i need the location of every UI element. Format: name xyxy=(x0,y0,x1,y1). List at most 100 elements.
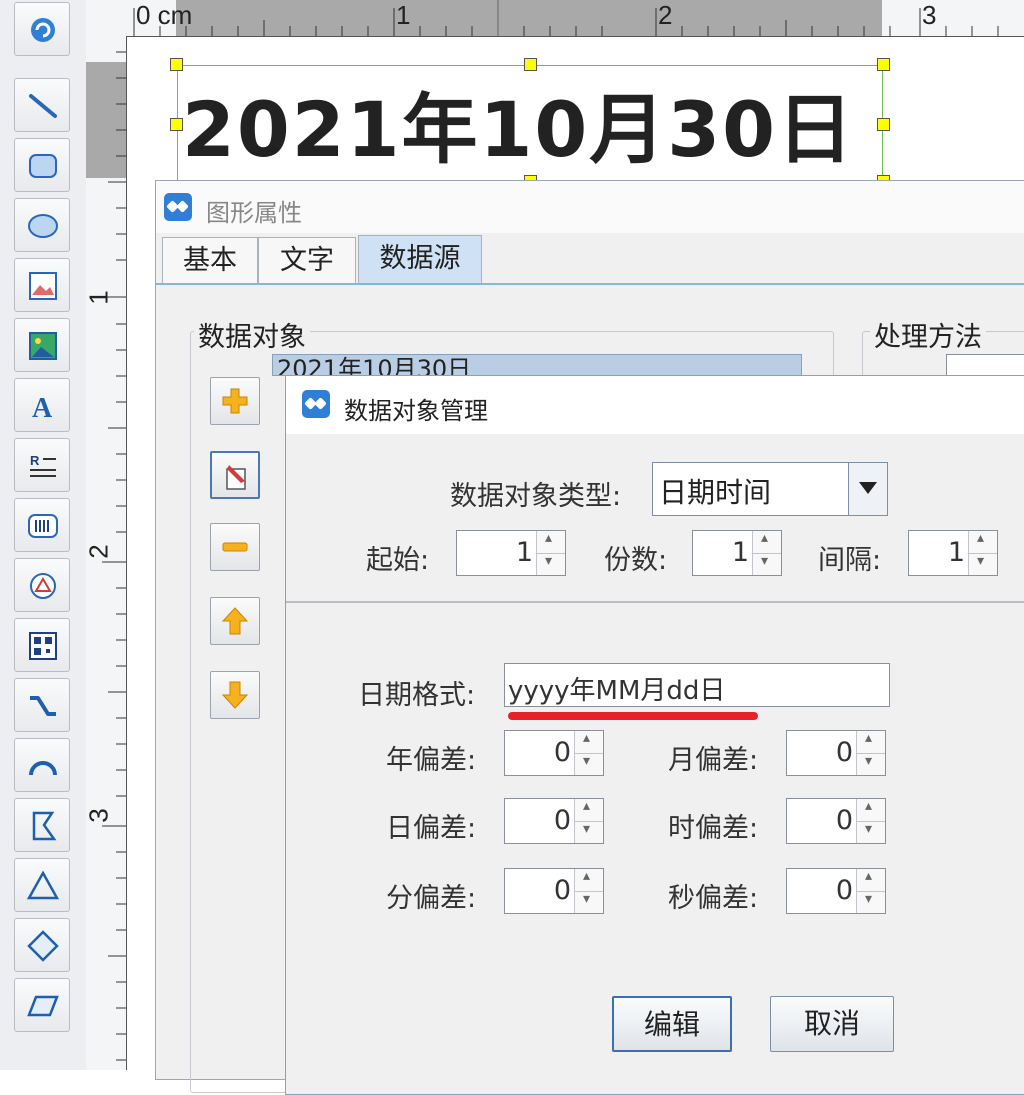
day-offset-label: 日偏差: xyxy=(386,813,477,844)
add-data-object-button[interactable] xyxy=(210,377,260,425)
h-ruler-mark-2: 2 xyxy=(658,0,673,30)
copies-value: 1 xyxy=(731,537,749,568)
v-ruler-mark-3: 3 xyxy=(83,808,114,823)
image-icon xyxy=(29,272,57,300)
triangle-tool-button[interactable] xyxy=(14,858,70,912)
parallelogram-tool-button[interactable] xyxy=(14,978,70,1032)
move-down-button[interactable] xyxy=(210,671,260,719)
line-icon xyxy=(29,94,57,118)
year-offset-value: 0 xyxy=(553,737,571,768)
interval-label: 间隔: xyxy=(818,545,882,576)
vertical-ruler-ticks xyxy=(102,51,126,1061)
svg-text:A: A xyxy=(32,393,53,423)
highlight-underline xyxy=(508,712,758,720)
move-up-button[interactable] xyxy=(210,597,260,645)
day-offset-value: 0 xyxy=(553,805,571,836)
h-ruler-unit: 0 cm xyxy=(136,0,193,30)
minute-offset-label: 分偏差: xyxy=(386,883,477,914)
ellipse-tool-button[interactable] xyxy=(14,198,70,252)
date-format-input[interactable]: yyyy年MM月dd日 xyxy=(504,663,890,707)
barcode-icon xyxy=(28,514,58,538)
edit-icon xyxy=(226,465,246,490)
horizontal-ruler-ticks xyxy=(133,0,999,36)
arc-tool-button[interactable] xyxy=(14,738,70,792)
text-tool-button[interactable]: A xyxy=(14,378,70,432)
resize-handle-left[interactable] xyxy=(170,118,183,131)
parallelogram-icon xyxy=(27,995,59,1017)
arc-icon xyxy=(29,761,57,776)
curve-tool-button[interactable] xyxy=(14,678,70,732)
tab-data-source[interactable]: 数据源 xyxy=(358,235,482,285)
selected-text-object[interactable]: 2021年10月30日 xyxy=(177,65,883,181)
qrcode-icon xyxy=(29,632,57,660)
second-offset-stepper[interactable]: 0 xyxy=(786,868,886,914)
resize-handle-top[interactable] xyxy=(524,58,537,71)
h-ruler-mark-1: 1 xyxy=(396,0,411,30)
refresh-tool-button[interactable] xyxy=(14,2,70,56)
picture-icon xyxy=(29,332,57,360)
type-select-dropdown[interactable] xyxy=(848,463,887,515)
polyline-tool-button[interactable] xyxy=(14,798,70,852)
type-select[interactable]: 日期时间 xyxy=(652,462,888,516)
minute-offset-value: 0 xyxy=(553,875,571,906)
properties-titlebar: 图形属性 xyxy=(156,181,1024,233)
rich-text-tool-button[interactable]: R xyxy=(14,438,70,492)
minute-offset-stepper[interactable]: 0 xyxy=(504,868,604,914)
resize-handle-top-right[interactable] xyxy=(877,58,890,71)
start-value: 1 xyxy=(515,537,533,568)
image-tool-button[interactable] xyxy=(14,258,70,312)
year-offset-stepper[interactable]: 0 xyxy=(504,730,604,776)
diamond-tool-button[interactable] xyxy=(14,918,70,972)
barcode-tool-button[interactable] xyxy=(14,498,70,552)
rounded-rect-tool-button[interactable] xyxy=(14,138,70,192)
type-label: 数据对象类型: xyxy=(450,481,622,512)
chevron-down-icon xyxy=(859,482,877,494)
data-object-list-item[interactable]: 2021年10月30日 xyxy=(272,354,802,376)
interval-value: 1 xyxy=(947,537,965,568)
svg-text:R: R xyxy=(30,453,40,468)
polyline-icon xyxy=(32,811,57,841)
selected-text-content: 2021年10月30日 xyxy=(182,85,856,174)
hour-offset-stepper[interactable]: 0 xyxy=(786,798,886,844)
month-offset-label: 月偏差: xyxy=(668,745,759,776)
shape-tool-button[interactable] xyxy=(14,558,70,612)
section-divider xyxy=(286,601,1024,603)
interval-stepper[interactable]: 1 xyxy=(908,530,998,576)
month-offset-stepper[interactable]: 0 xyxy=(786,730,886,776)
month-offset-value: 0 xyxy=(835,737,853,768)
rounded-rectangle-icon xyxy=(29,154,57,178)
copies-label: 份数: xyxy=(604,545,668,576)
tab-strip-divider xyxy=(156,283,1024,285)
refresh-icon xyxy=(31,18,55,42)
app-icon xyxy=(302,390,330,418)
date-format-label: 日期格式: xyxy=(358,680,476,711)
resize-handle-right[interactable] xyxy=(877,118,890,131)
tab-basic[interactable]: 基本 xyxy=(162,237,258,283)
copies-stepper[interactable]: 1 xyxy=(692,530,782,576)
processing-method-group-label: 处理方法 xyxy=(870,315,986,354)
processing-method-field[interactable] xyxy=(946,354,1024,376)
qrcode-tool-button[interactable] xyxy=(14,618,70,672)
properties-dialog-title: 图形属性 xyxy=(206,199,302,227)
v-ruler-mark-2: 2 xyxy=(83,544,114,559)
cancel-button[interactable]: 取消 xyxy=(770,996,894,1052)
h-ruler-mark-3: 3 xyxy=(922,0,937,30)
date-format-value: yyyy年MM月dd日 xyxy=(508,676,726,706)
day-offset-stepper[interactable]: 0 xyxy=(504,798,604,844)
remove-data-object-button[interactable] xyxy=(210,523,260,571)
resize-handle-top-left[interactable] xyxy=(170,58,183,71)
edit-data-object-button[interactable] xyxy=(210,451,260,499)
app-icon xyxy=(164,193,192,221)
data-object-management-dialog: 数据对象管理 数据对象类型: 日期时间 起始: 1 份数: 1 间隔: 1 日期… xyxy=(285,375,1024,1095)
year-offset-label: 年偏差: xyxy=(386,745,477,776)
vertical-ruler: 1 2 3 xyxy=(83,0,127,1070)
diamond-icon xyxy=(27,930,59,962)
tab-text[interactable]: 文字 xyxy=(258,237,356,283)
data-object-group-label: 数据对象 xyxy=(194,315,310,354)
second-offset-label: 秒偏差: xyxy=(668,883,759,914)
edit-button[interactable]: 编辑 xyxy=(612,996,732,1052)
picture-tool-button[interactable] xyxy=(14,318,70,372)
line-tool-button[interactable] xyxy=(14,78,70,132)
triangle-icon xyxy=(26,870,60,900)
start-stepper[interactable]: 1 xyxy=(456,530,566,576)
